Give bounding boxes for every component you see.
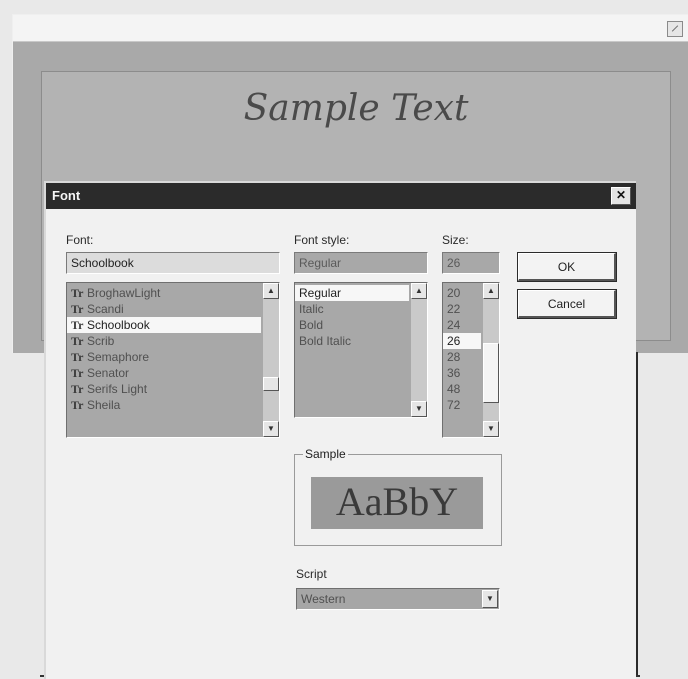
- font-list-scroll-thumb[interactable]: [263, 377, 279, 391]
- scroll-down-icon[interactable]: ▼: [411, 401, 427, 417]
- size-label: Size:: [442, 233, 469, 247]
- scroll-down-icon[interactable]: ▼: [263, 421, 279, 437]
- list-item-label: Sheila: [87, 398, 121, 412]
- truetype-font-icon: Tr: [71, 302, 84, 316]
- list-item-label: 36: [447, 366, 461, 380]
- script-dropdown[interactable]: Western ▼: [296, 588, 500, 610]
- truetype-font-icon: Tr: [71, 366, 84, 380]
- list-item-label: Serifs Light: [87, 382, 148, 396]
- list-item-label: Regular: [299, 286, 342, 300]
- list-item-label: Italic: [299, 302, 324, 316]
- truetype-font-icon: Tr: [71, 350, 84, 364]
- truetype-font-icon: Tr: [71, 382, 84, 396]
- list-item[interactable]: 28: [443, 349, 481, 365]
- scroll-down-icon[interactable]: ▼: [483, 421, 499, 437]
- list-item-label: 24: [447, 318, 461, 332]
- chevron-down-icon[interactable]: ▼: [482, 590, 498, 608]
- truetype-font-icon: Tr: [71, 318, 84, 332]
- font-style-list[interactable]: Regular Italic Bold Bold Italic ▲ ▼: [294, 282, 428, 418]
- list-item-label: BroghawLight: [87, 286, 161, 300]
- list-item[interactable]: Tr Scrib: [67, 333, 261, 349]
- font-dialog: Font ✕ Font: Schoolbook Tr BroghawLight Tr…: [44, 181, 636, 679]
- list-item-label: 20: [447, 286, 461, 300]
- sample-text: Sample Text: [243, 88, 469, 129]
- dialog-titlebar: Font ✕: [46, 183, 636, 209]
- background-window-titlebar: [13, 15, 688, 42]
- list-item[interactable]: Bold: [295, 317, 409, 333]
- font-style-label: Font style:: [294, 233, 350, 247]
- font-list[interactable]: Tr BroghawLight Tr Scandi Tr Schoolbook Tr Scri…: [66, 282, 280, 438]
- size-input[interactable]: 26: [442, 252, 500, 274]
- list-item-label: 22: [447, 302, 461, 316]
- list-item-label: 48: [447, 382, 461, 396]
- ok-button[interactable]: OK: [517, 252, 617, 282]
- list-item[interactable]: Tr Schoolbook: [67, 317, 261, 333]
- list-item[interactable]: Tr Scandi: [67, 301, 261, 317]
- dialog-title: Font: [52, 188, 81, 203]
- size-list[interactable]: 20 22 24 26 28 36 48 72 ▲ ▼: [442, 282, 500, 438]
- list-item-label: Semaphore: [87, 350, 150, 364]
- list-item[interactable]: Regular: [295, 285, 409, 301]
- sample-group-label: Sample: [303, 447, 348, 461]
- script-value: Western: [301, 592, 346, 606]
- list-item[interactable]: 36: [443, 365, 481, 381]
- list-item[interactable]: Italic: [295, 301, 409, 317]
- list-item[interactable]: Tr Semaphore: [67, 349, 261, 365]
- list-item-label: Scandi: [87, 302, 124, 316]
- list-item-label: Bold Italic: [299, 334, 352, 348]
- list-item-label: 28: [447, 350, 461, 364]
- font-style-input[interactable]: Regular: [294, 252, 428, 274]
- truetype-font-icon: Tr: [71, 398, 84, 412]
- size-list-scrollbar[interactable]: ▲ ▼: [483, 283, 499, 437]
- truetype-font-icon: Tr: [71, 286, 84, 300]
- resize-icon[interactable]: [667, 21, 683, 37]
- list-item[interactable]: Tr Senator: [67, 365, 261, 381]
- font-list-scrollbar[interactable]: ▲ ▼: [263, 283, 279, 437]
- sample-preview: AaBbY: [311, 477, 483, 529]
- list-item-label: Scrib: [87, 334, 115, 348]
- list-item[interactable]: 20: [443, 285, 481, 301]
- list-item[interactable]: 48: [443, 381, 481, 397]
- list-item-label: Senator: [87, 366, 130, 380]
- scroll-up-icon[interactable]: ▲: [263, 283, 279, 299]
- list-item[interactable]: Bold Italic: [295, 333, 409, 349]
- list-item[interactable]: Tr Sheila: [67, 397, 261, 413]
- close-icon: ✕: [615, 188, 627, 202]
- close-button[interactable]: ✕: [611, 187, 631, 205]
- font-label: Font:: [66, 233, 94, 247]
- font-name-input[interactable]: Schoolbook: [66, 252, 280, 274]
- cancel-button[interactable]: Cancel: [517, 289, 617, 319]
- list-item[interactable]: Tr BroghawLight: [67, 285, 261, 301]
- list-item-label: Bold: [299, 318, 324, 332]
- list-item[interactable]: 24: [443, 317, 481, 333]
- scroll-up-icon[interactable]: ▲: [483, 283, 499, 299]
- list-item-label: Schoolbook: [87, 318, 150, 332]
- list-item[interactable]: 26: [443, 333, 481, 349]
- size-list-scroll-thumb[interactable]: [483, 343, 499, 403]
- font-style-list-scrollbar[interactable]: ▲ ▼: [411, 283, 427, 417]
- script-label: Script: [296, 567, 327, 581]
- list-item[interactable]: 22: [443, 301, 481, 317]
- truetype-font-icon: Tr: [71, 334, 84, 348]
- list-item[interactable]: 72: [443, 397, 481, 413]
- list-item-label: 72: [447, 398, 461, 412]
- list-item-label: 26: [447, 334, 461, 348]
- sample-group: Sample AaBbY: [294, 447, 502, 546]
- list-item[interactable]: Tr Serifs Light: [67, 381, 261, 397]
- scroll-up-icon[interactable]: ▲: [411, 283, 427, 299]
